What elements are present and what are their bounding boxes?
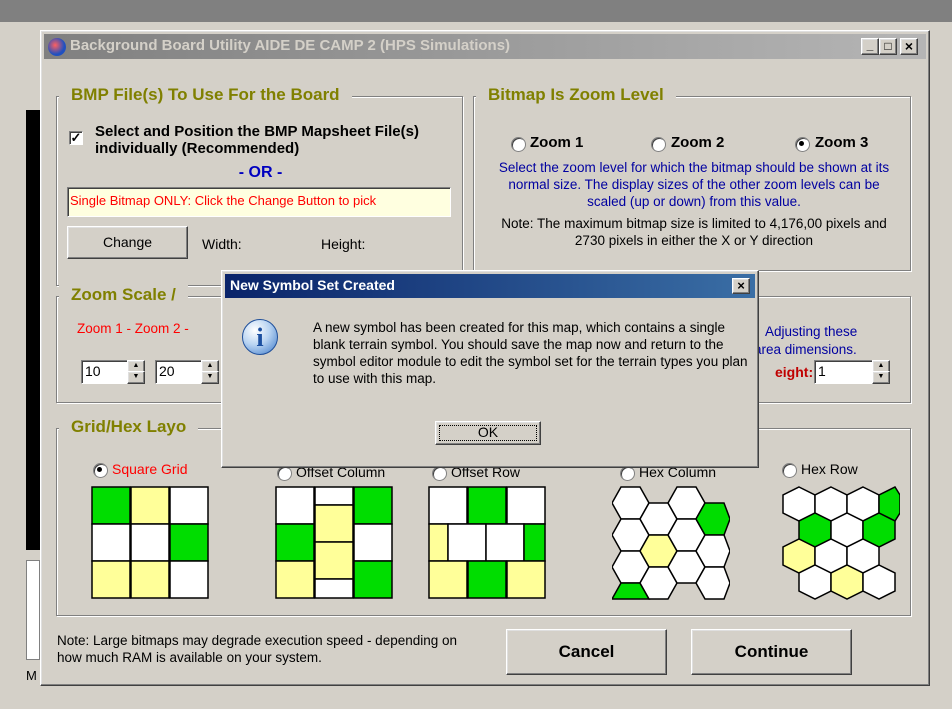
hex-column-radio[interactable]	[620, 466, 635, 481]
dialog-ok-button[interactable]: OK	[435, 421, 541, 445]
background-app-left-strip	[26, 560, 40, 660]
grid-hex-group-title: Grid/Hex Layo	[59, 417, 199, 437]
zoom3-radio[interactable]	[795, 137, 810, 152]
bmp-file-group-title: BMP File(s) To Use For the Board	[59, 85, 352, 105]
zoom2-scale-value[interactable]: 20	[155, 360, 206, 384]
zoom-level-group-title: Bitmap Is Zoom Level	[476, 85, 676, 105]
dialog-titlebar[interactable]: New Symbol Set Created ×	[225, 274, 755, 298]
offset-column-preview[interactable]	[275, 486, 393, 600]
height-dimension-value[interactable]: 1	[814, 360, 877, 384]
square-grid-preview[interactable]	[91, 486, 209, 600]
square-grid-label[interactable]: Square Grid	[112, 461, 187, 477]
height-dimension-arrows[interactable]: ▲ ▼	[872, 360, 890, 384]
or-separator: - OR -	[238, 164, 283, 181]
dialog-message: A new symbol has been created for this m…	[313, 320, 748, 386]
hex-row-preview[interactable]	[782, 486, 900, 600]
spin-down-icon[interactable]: ▼	[872, 371, 890, 384]
new-symbol-dialog: New Symbol Set Created × i A new symbol …	[221, 270, 759, 468]
zoom-scale-group-title: Zoom Scale /	[59, 285, 188, 305]
zoom2-radio[interactable]	[651, 137, 666, 152]
main-window-titlebar[interactable]: Background Board Utility AIDE DE CAMP 2 …	[44, 34, 926, 59]
offset-row-preview[interactable]	[428, 486, 546, 600]
background-app-right-strip	[928, 60, 942, 620]
zoom-note: Note: The maximum bitmap size is limited…	[501, 216, 887, 248]
offset-column-radio[interactable]	[277, 466, 292, 481]
zoom-description: Select the zoom level for which the bitm…	[498, 160, 890, 209]
scale-note-1: Adjusting these	[765, 324, 858, 339]
square-grid-radio[interactable]	[93, 463, 108, 478]
zoom1-label[interactable]: Zoom 1	[530, 134, 583, 151]
zoom3-label[interactable]: Zoom 3	[815, 134, 868, 151]
spin-down-icon[interactable]: ▼	[127, 371, 145, 384]
cancel-button[interactable]: Cancel	[506, 629, 667, 675]
zoom2-label[interactable]: Zoom 2	[671, 134, 724, 151]
continue-button[interactable]: Continue	[691, 629, 852, 675]
individual-bmp-checkbox[interactable]: ✓	[69, 131, 83, 145]
hex-row-radio[interactable]	[782, 463, 797, 478]
scale-note-2: area dimensions.	[754, 342, 857, 357]
minimize-button[interactable]: _	[861, 38, 879, 55]
change-button[interactable]: Change	[67, 226, 188, 259]
dialog-close-button[interactable]: ×	[732, 278, 750, 294]
background-app-left-panel	[26, 110, 40, 550]
window-title: Background Board Utility AIDE DE CAMP 2 …	[70, 37, 511, 54]
height-dimension-spinner[interactable]: 1 ▲ ▼	[814, 360, 890, 384]
zoom2-scale-arrows[interactable]: ▲ ▼	[201, 360, 219, 384]
info-icon: i	[242, 319, 278, 355]
single-bitmap-field[interactable]: Single Bitmap ONLY: Click the Change But…	[67, 187, 451, 217]
spin-down-icon[interactable]: ▼	[201, 371, 219, 384]
zoom1-scale-arrows[interactable]: ▲ ▼	[127, 360, 145, 384]
zoom-scale-labels: Zoom 1 - Zoom 2 -	[77, 321, 189, 336]
app-icon	[48, 38, 66, 56]
footer-note: Note: Large bitmaps may degrade executio…	[57, 633, 458, 665]
zoom1-scale-spinner[interactable]: 10 ▲ ▼	[81, 360, 145, 384]
hex-column-preview[interactable]	[612, 486, 730, 600]
width-label: Width:	[202, 236, 242, 252]
maximize-button[interactable]: □	[879, 38, 897, 55]
zoom-level-group: Bitmap Is Zoom Level Zoom 1 Zoom 2 Zoom …	[473, 85, 911, 271]
bmp-file-group: BMP File(s) To Use For the Board ✓ Selec…	[56, 85, 463, 286]
zoom1-scale-value[interactable]: 10	[81, 360, 132, 384]
close-button[interactable]: ×	[900, 38, 918, 55]
dialog-title: New Symbol Set Created	[230, 277, 395, 293]
height-label: Height:	[321, 236, 366, 252]
background-app-titlebar	[0, 0, 952, 22]
zoom1-radio[interactable]	[511, 137, 526, 152]
individual-bmp-checkbox-label[interactable]: Select and Position the BMP Mapsheet Fil…	[95, 123, 435, 157]
background-app-status: M	[26, 668, 37, 683]
height-dimension-label: eight:	[775, 364, 814, 380]
offset-row-radio[interactable]	[432, 466, 447, 481]
hex-row-label[interactable]: Hex Row	[801, 461, 858, 477]
zoom2-scale-spinner[interactable]: 20 ▲ ▼	[155, 360, 219, 384]
